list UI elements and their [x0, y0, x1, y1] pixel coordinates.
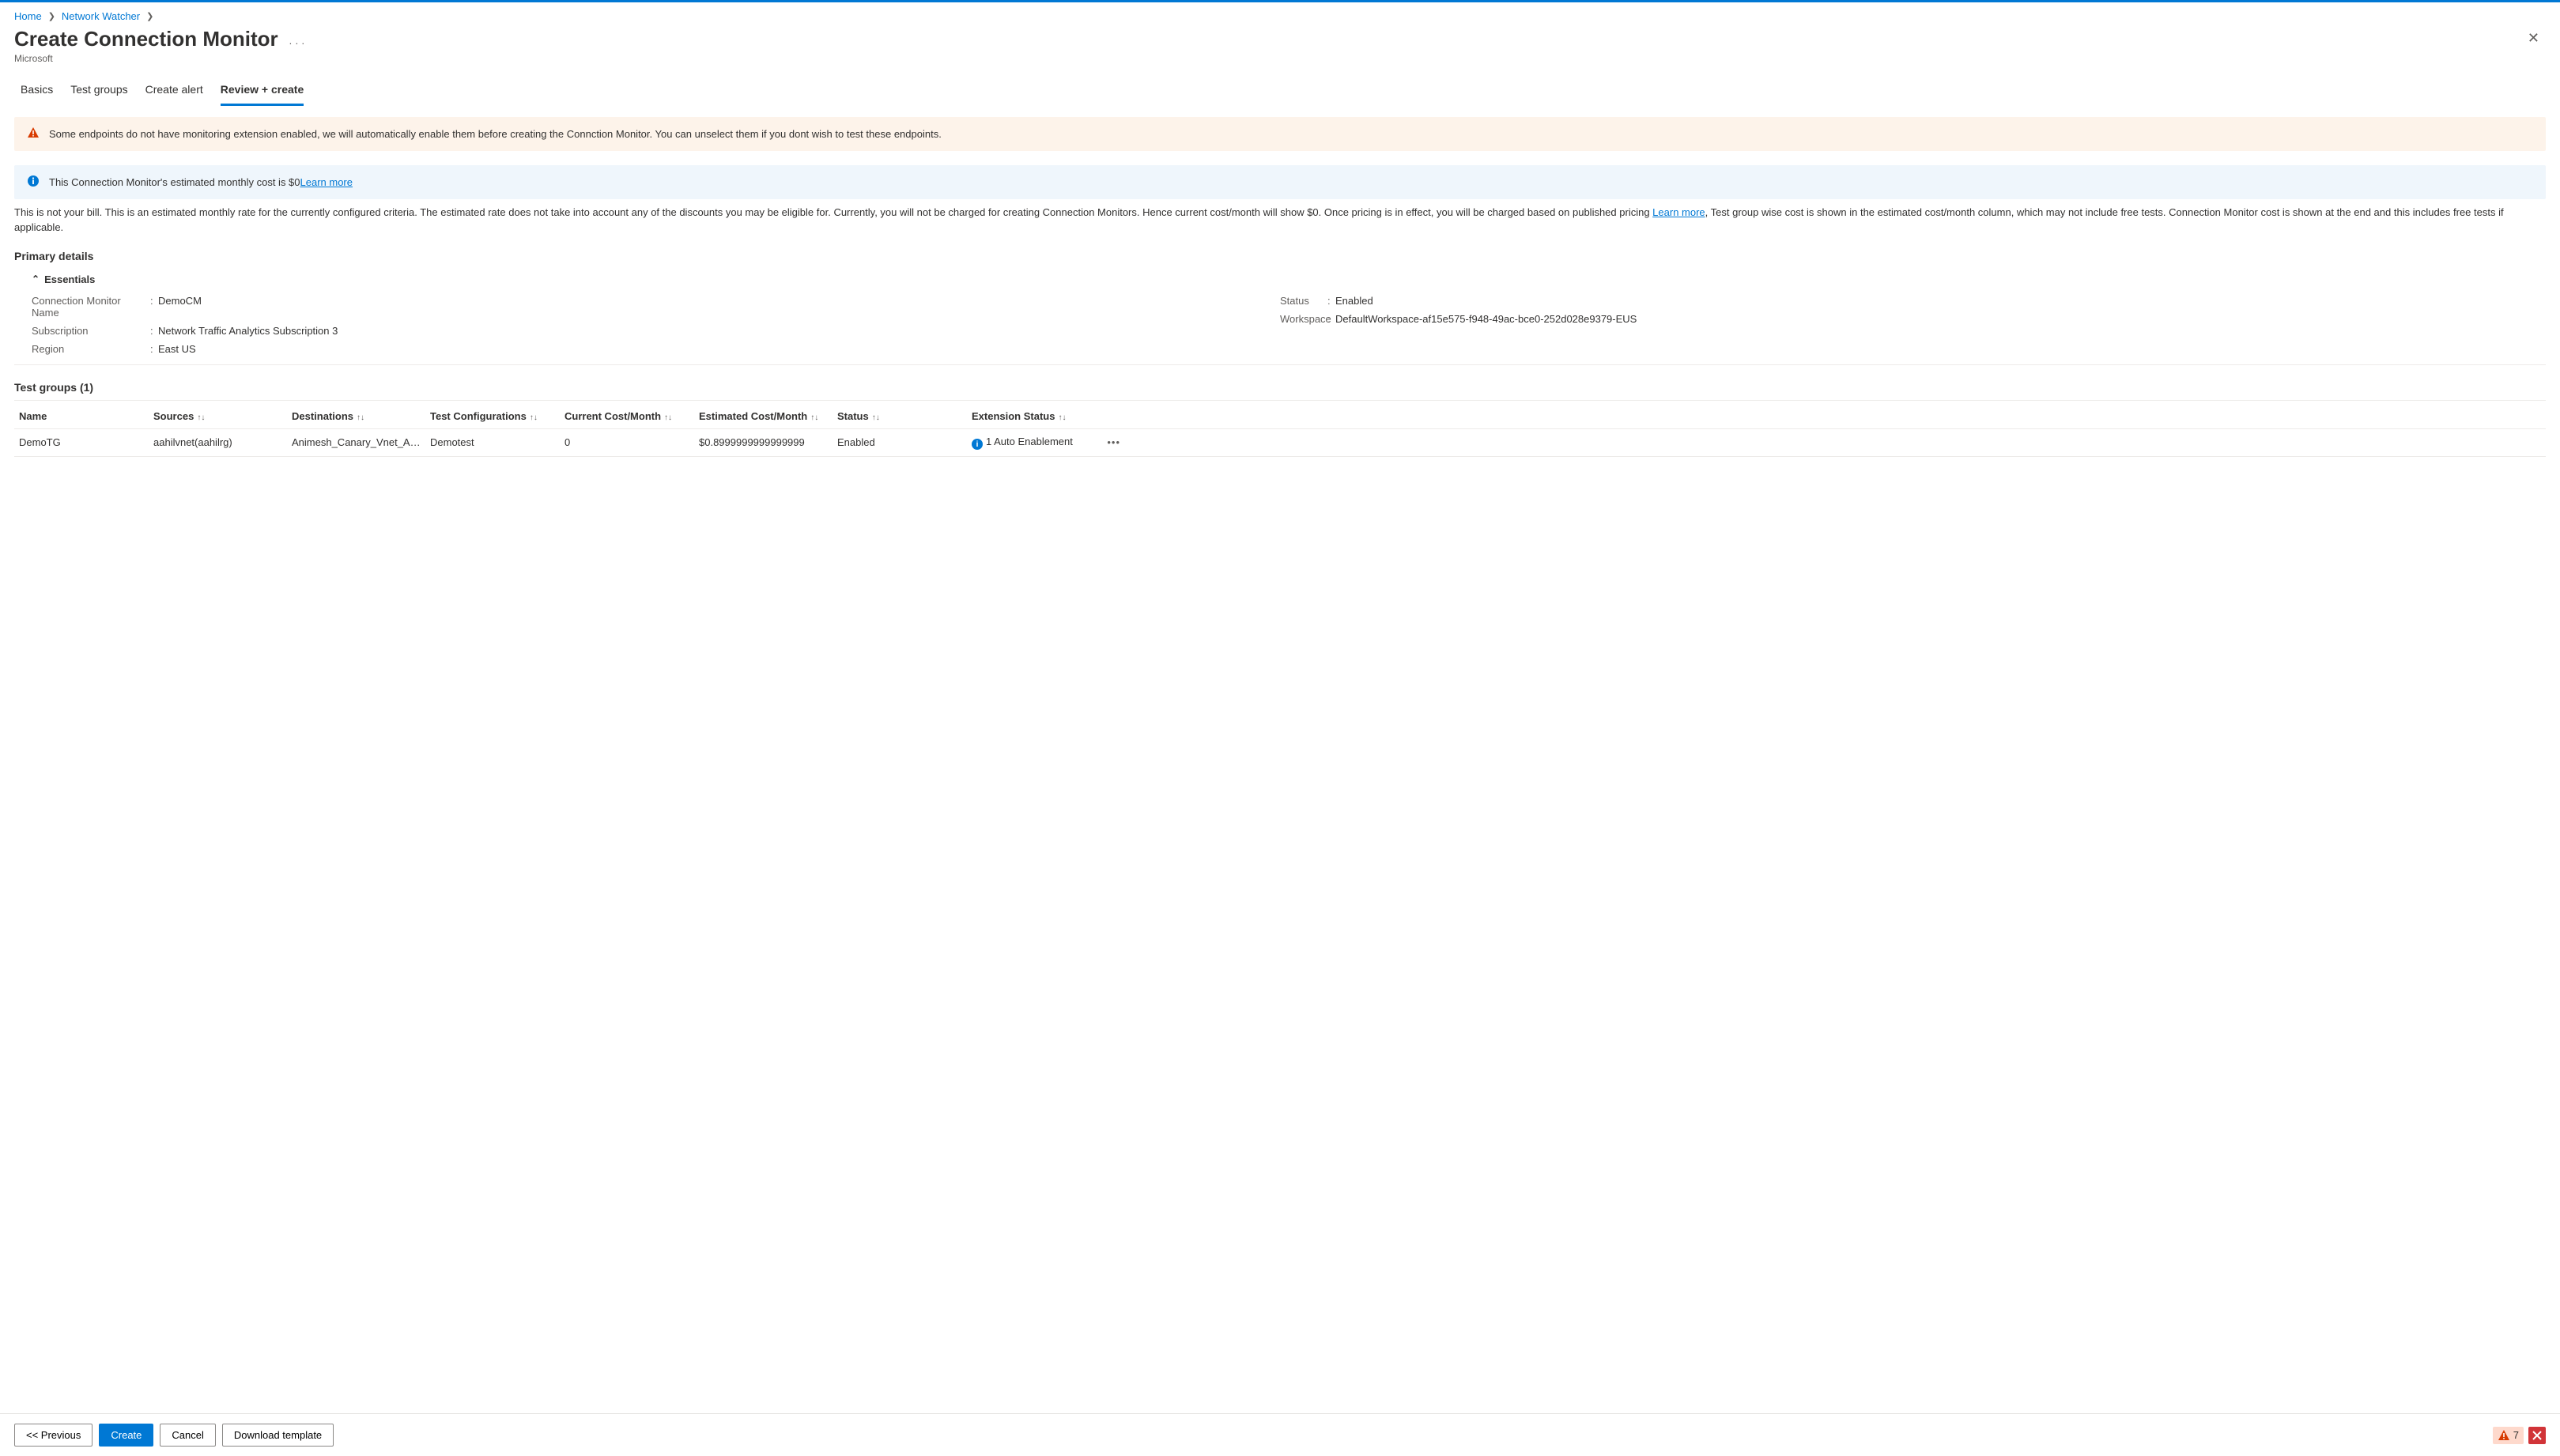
essentials-label: Essentials	[44, 273, 95, 285]
kv-key-name: Connection Monitor Name	[32, 295, 150, 319]
more-icon[interactable]: · · ·	[289, 37, 304, 49]
sort-icon: ↑↓	[664, 413, 672, 422]
breadcrumb-network-watcher[interactable]: Network Watcher	[62, 10, 140, 22]
kv-val-region: East US	[158, 343, 1280, 355]
cell-test-config: Demotest	[430, 436, 564, 448]
close-icon[interactable]: ✕	[2521, 27, 2546, 50]
test-groups-heading: Test groups (1)	[14, 381, 2546, 401]
info-icon	[27, 175, 40, 190]
kv-val-subscription: Network Traffic Analytics Subscription 3	[158, 325, 1280, 337]
breadcrumb-home[interactable]: Home	[14, 10, 42, 22]
kv-val-workspace: DefaultWorkspace-af15e575-f948-49ac-bce0…	[1335, 313, 2528, 325]
cancel-button[interactable]: Cancel	[160, 1424, 215, 1447]
pricing-note-part1: This is not your bill. This is an estima…	[14, 206, 1652, 218]
kv-key-subscription: Subscription	[32, 325, 150, 337]
tab-create-alert[interactable]: Create alert	[145, 77, 203, 106]
close-icon	[2532, 1431, 2542, 1440]
kv-key-workspace: Workspace	[1280, 313, 1327, 325]
cell-name: DemoTG	[19, 436, 153, 448]
warning-icon	[27, 126, 40, 141]
sort-icon: ↑↓	[872, 413, 880, 422]
download-template-button[interactable]: Download template	[222, 1424, 334, 1447]
tab-review-create[interactable]: Review + create	[221, 77, 304, 106]
row-actions-icon[interactable]: •••	[1107, 436, 1120, 448]
breadcrumb: Home ❯ Network Watcher ❯	[14, 7, 2546, 27]
col-status[interactable]: Status↑↓	[837, 410, 972, 422]
info-text: This Connection Monitor's estimated mont…	[49, 176, 353, 188]
error-dismiss-button[interactable]	[2528, 1427, 2546, 1444]
col-current-cost[interactable]: Current Cost/Month↑↓	[564, 410, 699, 422]
cell-status: Enabled	[837, 436, 972, 448]
pricing-note: This is not your bill. This is an estima…	[14, 206, 2546, 236]
sort-icon: ↑↓	[357, 413, 364, 422]
kv-val-name: DemoCM	[158, 295, 1280, 319]
sort-icon: ↑↓	[197, 413, 205, 422]
chevron-up-icon: ⌃	[32, 273, 40, 285]
cell-destinations: Animesh_Canary_Vnet_ANM(...	[292, 436, 430, 448]
col-name[interactable]: Name	[19, 410, 153, 422]
info-icon: i	[972, 439, 983, 450]
col-estimated-cost[interactable]: Estimated Cost/Month↑↓	[699, 410, 837, 422]
col-destinations[interactable]: Destinations↑↓	[292, 410, 430, 422]
warning-icon	[2498, 1429, 2510, 1442]
warning-count: 7	[2513, 1429, 2519, 1441]
kv-val-status: Enabled	[1335, 295, 2528, 307]
grid-header-row: Name Sources↑↓ Destinations↑↓ Test Confi…	[14, 404, 2546, 429]
wizard-tabs: Basics Test groups Create alert Review +…	[14, 77, 2546, 106]
page-title: Create Connection Monitor	[14, 27, 278, 51]
info-learn-more-link[interactable]: Learn more	[300, 176, 353, 188]
kv-key-status: Status	[1280, 295, 1327, 307]
table-row[interactable]: DemoTG aahilvnet(aahilrg) Animesh_Canary…	[14, 429, 2546, 458]
wizard-footer: << Previous Create Cancel Download templ…	[0, 1413, 2560, 1456]
chevron-right-icon: ❯	[45, 11, 59, 21]
warning-text: Some endpoints do not have monitoring ex…	[49, 128, 942, 140]
col-test-config[interactable]: Test Configurations↑↓	[430, 410, 564, 422]
warning-count-chip[interactable]: 7	[2493, 1427, 2524, 1444]
kv-key-region: Region	[32, 343, 150, 355]
sort-icon: ↑↓	[530, 413, 538, 422]
col-extension-status[interactable]: Extension Status↑↓	[972, 410, 1106, 422]
pricing-learn-more-link[interactable]: Learn more	[1652, 206, 1705, 218]
previous-button[interactable]: << Previous	[14, 1424, 93, 1447]
primary-details-heading: Primary details	[14, 250, 2546, 262]
essentials-toggle[interactable]: ⌃ Essentials	[14, 273, 2546, 285]
sort-icon: ↑↓	[1058, 413, 1066, 422]
cell-extension-status: i1 Auto Enablement	[972, 436, 1106, 451]
page-subtitle: Microsoft	[14, 53, 2521, 64]
create-button[interactable]: Create	[99, 1424, 153, 1447]
info-text-value: This Connection Monitor's estimated mont…	[49, 176, 300, 188]
warning-banner: Some endpoints do not have monitoring ex…	[14, 117, 2546, 151]
tab-test-groups[interactable]: Test groups	[70, 77, 127, 106]
tab-basics[interactable]: Basics	[21, 77, 53, 106]
cell-estimated-cost: $0.8999999999999999	[699, 436, 837, 448]
cell-sources: aahilvnet(aahilrg)	[153, 436, 292, 448]
info-banner: This Connection Monitor's estimated mont…	[14, 165, 2546, 199]
essentials-panel: Connection Monitor Name:DemoCM Subscript…	[14, 292, 2546, 365]
sort-icon: ↑↓	[810, 413, 818, 422]
chevron-right-icon: ❯	[143, 11, 157, 21]
col-sources[interactable]: Sources↑↓	[153, 410, 292, 422]
cell-current-cost: 0	[564, 436, 699, 448]
